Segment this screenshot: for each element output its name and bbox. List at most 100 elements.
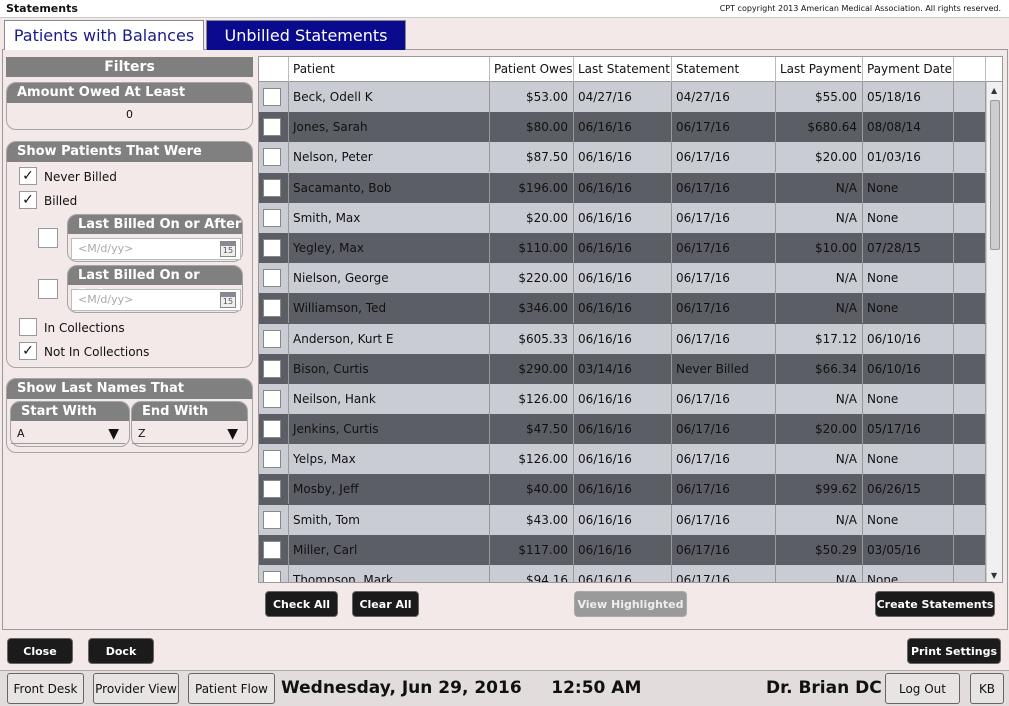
row-checkbox[interactable] xyxy=(263,480,281,499)
provider-view-button[interactable]: Provider View xyxy=(93,673,179,704)
not-in-collections-label: Not In Collections xyxy=(44,345,150,359)
tab-unbilled-statements[interactable]: Unbilled Statements xyxy=(206,20,406,50)
cell-patient-owes: $605.33 xyxy=(490,323,574,354)
row-checkbox[interactable] xyxy=(263,88,281,106)
in-collections-checkbox[interactable] xyxy=(19,318,37,336)
table-row[interactable]: Yegley, Max $110.00 06/16/16 06/17/16 $10.00… xyxy=(259,232,986,264)
close-button[interactable]: Close xyxy=(7,638,73,664)
start-with-select[interactable]: A ▼ xyxy=(11,424,125,444)
table-row[interactable]: Beck, Odell K $53.00 04/27/16 04/27/16 $55.0… xyxy=(259,82,986,113)
cell-patient: Bison, Curtis xyxy=(289,353,490,384)
table-row[interactable]: Williamson, Ted $346.00 06/16/16 06/17/16 N/… xyxy=(259,293,986,324)
last-billed-after-checkbox[interactable] xyxy=(38,228,58,248)
last-billed-after-input[interactable]: <M/d/yy> 15 xyxy=(71,238,241,260)
check-all-button[interactable]: Check All xyxy=(265,591,338,617)
scroll-thumb[interactable] xyxy=(990,100,1000,250)
keyboard-button[interactable]: KB xyxy=(970,673,1004,704)
amount-owed-input[interactable]: 0 xyxy=(7,108,252,121)
cell-patient: Nelson, Peter xyxy=(289,142,490,173)
row-checkbox[interactable] xyxy=(263,540,281,559)
cell-last-payment: N/A xyxy=(776,504,863,535)
cell-payment-date: 03/05/16 xyxy=(863,534,954,565)
billed-checkbox[interactable]: ✓ xyxy=(19,191,37,209)
row-checkbox[interactable] xyxy=(263,118,281,137)
cell-last-payment: $17.12 xyxy=(776,323,863,354)
header-last-statement[interactable]: Last Statement xyxy=(574,57,672,82)
cell-last-statement: 06/16/16 xyxy=(574,323,672,354)
cell-patient-owes: $290.00 xyxy=(490,353,574,384)
start-with-group: Start With A ▼ xyxy=(10,401,130,447)
table-row[interactable]: Jones, Sarah $80.00 06/16/16 06/17/16 $680.6… xyxy=(259,112,986,143)
row-checkbox[interactable] xyxy=(263,299,281,318)
cell-patient-owes: $43.00 xyxy=(490,504,574,535)
table-row[interactable]: Miller, Carl $117.00 06/16/16 06/17/16 $50.2… xyxy=(259,534,986,565)
clear-all-button[interactable]: Clear All xyxy=(352,591,419,617)
cell-select xyxy=(259,383,289,414)
print-settings-button[interactable]: Print Settings xyxy=(907,638,1001,664)
cell-last-payment: N/A xyxy=(776,202,863,233)
front-desk-button[interactable]: Front Desk xyxy=(7,673,84,704)
last-names-group: Show Last Names That Start With A ▼ End … xyxy=(6,378,253,453)
row-checkbox[interactable] xyxy=(263,359,281,378)
row-checkbox[interactable] xyxy=(263,208,281,227)
cell-select xyxy=(259,172,289,203)
row-checkbox[interactable] xyxy=(263,510,281,529)
cell-statement-billed: 06/17/16 xyxy=(672,565,776,582)
calendar-icon[interactable]: 15 xyxy=(220,292,236,308)
cell-patient-owes: $117.00 xyxy=(490,534,574,565)
end-with-select[interactable]: Z ▼ xyxy=(132,424,244,444)
cell-patient-owes: $126.00 xyxy=(490,444,574,475)
table-row[interactable]: Thompson, Mark $94.16 06/16/16 06/17/16 N/A N… xyxy=(259,565,986,582)
cell-extra xyxy=(954,353,986,384)
scroll-down-icon[interactable]: ▼ xyxy=(991,571,997,580)
header-patient[interactable]: Patient xyxy=(289,57,490,82)
last-billed-before-checkbox[interactable] xyxy=(38,279,58,299)
table-row[interactable]: Sacamanto, Bob $196.00 06/16/16 06/17/16 N/A… xyxy=(259,172,986,203)
row-checkbox[interactable] xyxy=(263,269,281,288)
create-statements-button[interactable]: Create Statements xyxy=(875,591,995,617)
table-row[interactable]: Nelson, Peter $87.50 06/16/16 06/17/16 $20.0… xyxy=(259,142,986,173)
never-billed-checkbox[interactable]: ✓ xyxy=(19,167,37,185)
billed-label: Billed xyxy=(44,194,78,208)
row-checkbox[interactable] xyxy=(263,238,281,257)
cell-select xyxy=(259,323,289,354)
patient-flow-button[interactable]: Patient Flow xyxy=(188,673,275,704)
row-checkbox[interactable] xyxy=(263,148,281,167)
header-payment-date[interactable]: Payment Date xyxy=(863,57,954,82)
cell-select xyxy=(259,263,289,294)
row-checkbox[interactable] xyxy=(263,178,281,197)
log-out-button[interactable]: Log Out xyxy=(885,673,960,704)
scroll-up-icon[interactable]: ▲ xyxy=(991,86,997,95)
cell-patient: Jones, Sarah xyxy=(289,112,490,143)
table-row[interactable]: Jenkins, Curtis $47.50 06/16/16 06/17/16 $20… xyxy=(259,414,986,445)
table-row[interactable]: Mosby, Jeff $40.00 06/16/16 06/17/16 $99.62 0… xyxy=(259,474,986,505)
table-row[interactable]: Nielson, George $220.00 06/16/16 06/17/16 N/… xyxy=(259,263,986,294)
calendar-icon[interactable]: 15 xyxy=(220,241,236,257)
cell-patient: Anderson, Kurt E xyxy=(289,323,490,354)
table-row[interactable]: Neilson, Hank $126.00 06/16/16 06/17/16 N/A N… xyxy=(259,383,986,415)
row-checkbox[interactable] xyxy=(263,420,281,439)
header-statement-billed[interactable]: Statement Billed xyxy=(672,57,776,101)
table-row[interactable]: Smith, Max $20.00 06/16/16 06/17/16 N/A None xyxy=(259,202,986,233)
row-checkbox[interactable] xyxy=(263,450,281,469)
header-last-payment[interactable]: Last Payment xyxy=(776,57,863,82)
tab-patients-with-balances[interactable]: Patients with Balances xyxy=(4,20,204,50)
view-highlighted-button[interactable]: View Highlighted xyxy=(574,591,687,617)
row-checkbox[interactable] xyxy=(263,329,281,348)
last-billed-before-input[interactable]: <M/d/yy> 15 xyxy=(71,289,241,311)
cell-statement-billed: 06/17/16 xyxy=(672,232,776,263)
vertical-scrollbar[interactable]: ▲ ▼ xyxy=(986,82,1002,582)
table-row[interactable]: Bison, Curtis $290.00 03/14/16 Never Billed… xyxy=(259,353,986,384)
table-row[interactable]: Yelps, Max $126.00 06/16/16 06/17/16 N/A None xyxy=(259,444,986,475)
table-row[interactable]: Smith, Tom $43.00 06/16/16 06/17/16 N/A None xyxy=(259,504,986,535)
row-checkbox[interactable] xyxy=(263,571,281,582)
not-in-collections-checkbox[interactable]: ✓ xyxy=(19,342,37,360)
dock-button[interactable]: Dock xyxy=(88,638,154,664)
cell-extra xyxy=(954,383,986,414)
filters-header: Filters xyxy=(6,57,253,77)
header-patient-owes[interactable]: Patient Owes xyxy=(490,57,574,82)
cell-extra xyxy=(954,565,986,582)
table-row[interactable]: Anderson, Kurt E $605.33 06/16/16 06/17/16 $… xyxy=(259,323,986,354)
cell-last-payment: N/A xyxy=(776,565,863,582)
row-checkbox[interactable] xyxy=(263,389,281,408)
